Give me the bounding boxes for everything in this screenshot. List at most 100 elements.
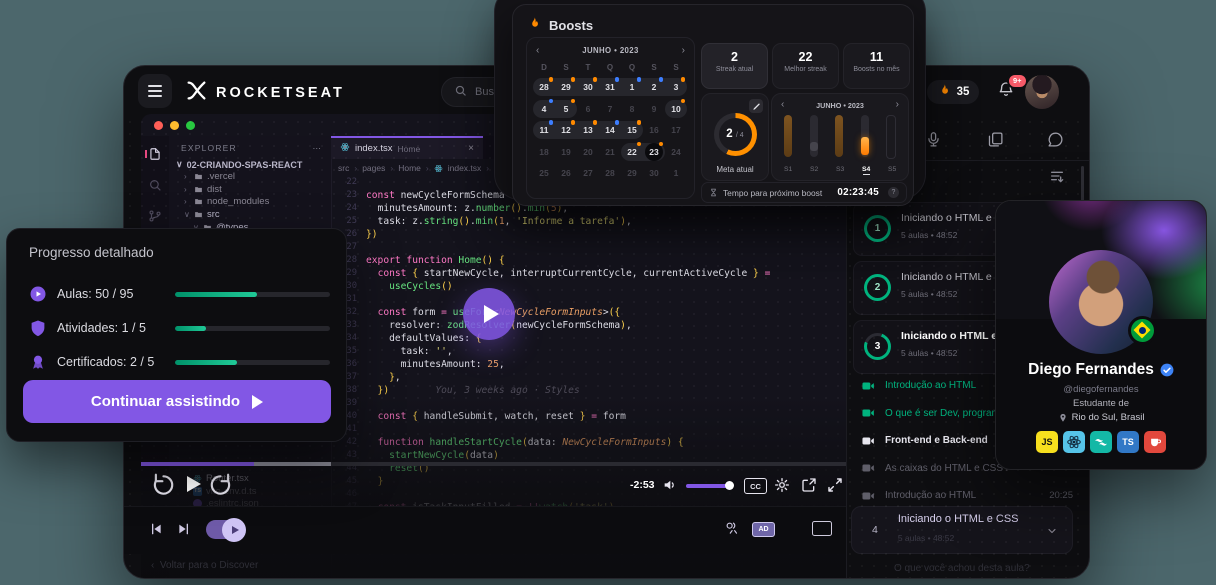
comments-icon[interactable] [1047,131,1064,148]
chevron-down-icon[interactable] [1046,524,1058,536]
menu-button[interactable] [138,74,172,108]
calendar-day[interactable]: 12 [555,121,577,139]
video-progress-bar[interactable] [141,462,846,466]
window-controls[interactable] [154,121,195,130]
forward-10-button[interactable] [207,472,233,498]
tree-item--vercel[interactable]: ›.vercel [169,170,331,183]
calendar-day[interactable]: 17 [665,121,687,139]
settings-gear-icon[interactable] [774,477,790,493]
weekly-next-icon[interactable]: › [896,100,899,110]
breadcrumb-item[interactable]: Home [398,163,421,173]
module-title: Iniciando o HTML e C [901,330,1008,342]
tab-index-tsx[interactable]: index.tsx Home × [331,136,483,159]
calendar-day[interactable]: 15 [621,121,643,139]
calendar-day[interactable]: 9 [643,100,665,118]
next-lesson-icon[interactable] [176,521,192,537]
module-meta: 5 aulas • 48:52 [901,230,957,240]
calendar-day[interactable]: 3 [665,78,687,96]
calendar-day[interactable]: 21 [599,143,621,161]
captions-button[interactable]: CC [744,478,767,494]
sound-effects-icon[interactable] [724,520,740,536]
calendar-day[interactable]: 30 [643,164,665,182]
transcript-icon[interactable] [925,131,942,148]
weekly-prev-icon[interactable]: ‹ [781,100,784,110]
autoplay-knob[interactable] [222,518,246,542]
theater-mode-icon[interactable] [812,521,832,536]
calendar-day[interactable]: 29 [555,78,577,96]
edit-goal-button[interactable] [749,99,763,113]
volume-icon[interactable] [662,477,678,493]
files-icon[interactable] [147,146,163,162]
close-window-icon[interactable] [154,121,163,130]
search-sidebar-icon[interactable] [147,177,163,193]
volume-knob[interactable] [725,481,734,490]
continue-watching-button[interactable]: Continuar assistindo [23,380,331,423]
calendar-day[interactable]: 28 [599,164,621,182]
minimize-window-icon[interactable] [170,121,179,130]
calendar-day[interactable]: 8 [621,100,643,118]
previous-lesson-icon[interactable] [148,521,164,537]
materials-icon[interactable] [987,131,1004,148]
tree-item-dist[interactable]: ›dist [169,183,331,196]
code-token: , [505,215,517,228]
calendar-day[interactable]: 1 [621,78,643,96]
calendar-day[interactable]: 7 [599,100,621,118]
calendar-day[interactable]: 14 [599,121,621,139]
calendar-day[interactable]: 10 [665,100,687,118]
breadcrumb-item[interactable]: index.tsx [448,163,482,173]
code-token: data [470,449,493,462]
calendar-day[interactable]: 30 [577,78,599,96]
calendar-day[interactable]: 6 [577,100,599,118]
maximize-window-icon[interactable] [186,121,195,130]
help-icon[interactable]: ? [888,187,899,198]
calendar-day[interactable]: 1 [665,164,687,182]
explorer-menu-icon[interactable]: ⋯ [313,143,322,154]
breadcrumb-item[interactable]: pages [362,163,385,173]
calendar-day[interactable]: 19 [555,143,577,161]
calendar-day[interactable]: 11 [533,121,555,139]
calendar-prev-icon[interactable]: ‹ [536,46,539,56]
calendar-day[interactable]: 20 [577,143,599,161]
calendar-day[interactable]: 28 [533,78,555,96]
breadcrumb-separator: › [486,163,489,173]
code-token: ) { [666,436,683,449]
tree-item-src[interactable]: ∨src [169,208,331,221]
calendar-day[interactable]: 26 [555,164,577,182]
calendar-day[interactable]: 18 [533,143,555,161]
calendar-day[interactable]: 16 [643,121,665,139]
streak-counter[interactable]: 35 [927,80,979,104]
react-icon [340,142,350,155]
calendar-day[interactable]: 5 [555,100,577,118]
calendar-day[interactable]: 24 [665,143,687,161]
fullscreen-icon[interactable] [827,477,843,493]
next-module-card[interactable]: 4 Iniciando o HTML e CSS 5 aulas • 48:52 [851,506,1073,554]
notifications-button[interactable]: 9+ [997,80,1017,100]
breadcrumb-item[interactable]: src [338,163,349,173]
back-link[interactable]: ‹ Voltar para o Discover [151,560,258,571]
calendar-day[interactable]: 27 [577,164,599,182]
rocketseat-logo[interactable]: ROCKETSEAT [186,80,345,106]
rewind-10-button[interactable] [151,472,177,498]
calendar-day[interactable]: 23 [643,143,665,161]
popout-icon[interactable] [801,477,817,493]
user-avatar[interactable] [1025,75,1059,109]
calendar-next-icon[interactable]: › [682,46,685,56]
week-bar-s3 [835,115,843,157]
calendar-day[interactable]: 25 [533,164,555,182]
calendar-day[interactable]: 4 [533,100,555,118]
calendar-day[interactable]: 2 [643,78,665,96]
sort-icon[interactable] [1049,168,1065,184]
calendar-day[interactable]: 31 [599,78,621,96]
volume-slider[interactable] [686,484,730,488]
play-button[interactable] [187,476,201,492]
tree-root[interactable]: ∨ 02-CRIANDO-SPAS-REACT [169,159,331,170]
autoplay-toggle[interactable] [206,520,244,539]
calendar-day[interactable]: 13 [577,121,599,139]
play-overlay-button[interactable] [463,288,515,340]
close-tab-icon[interactable]: × [468,143,474,154]
calendar-day[interactable]: 29 [621,164,643,182]
audio-description-badge[interactable]: AD [752,522,775,537]
tree-item-node-modules[interactable]: ›node_modules [169,196,331,209]
source-control-icon[interactable] [147,208,163,224]
calendar-day[interactable]: 22 [621,143,643,161]
